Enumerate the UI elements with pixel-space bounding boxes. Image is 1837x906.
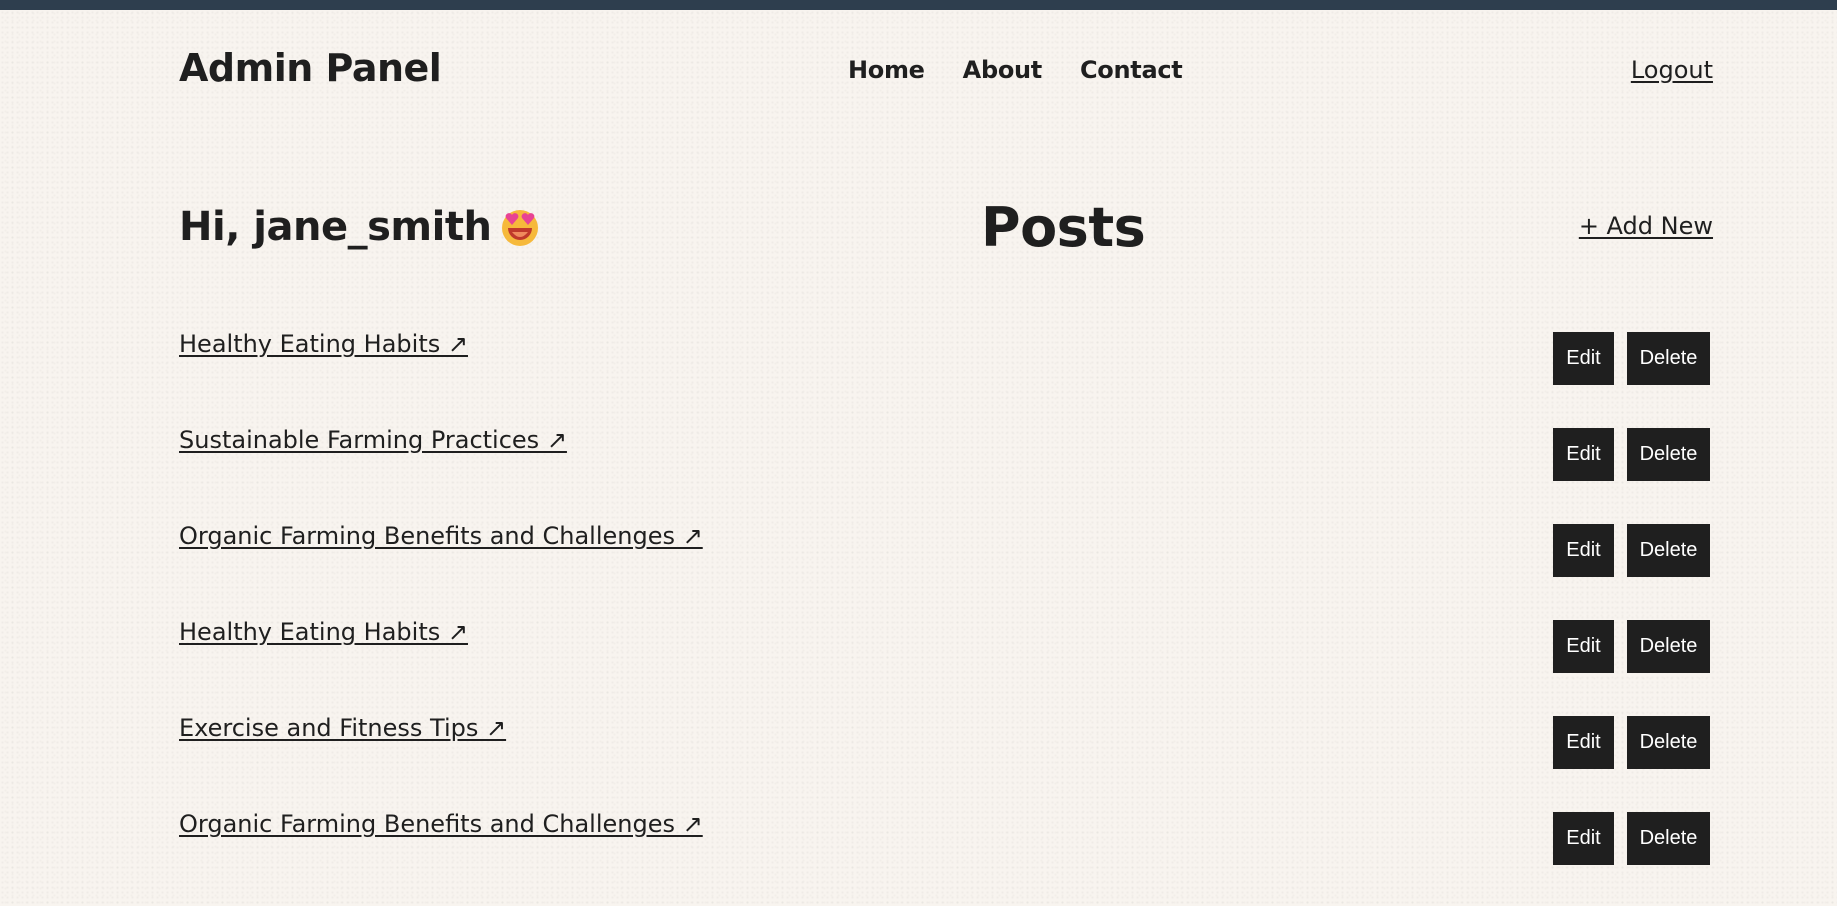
post-list: Healthy Eating Habits ↗ Edit Delete Sust…: [179, 330, 1713, 906]
post-title-link[interactable]: Healthy Eating Habits ↗: [179, 618, 468, 646]
delete-button[interactable]: Delete: [1627, 332, 1710, 385]
delete-button[interactable]: Delete: [1627, 620, 1710, 673]
greeting-text: Hi, jane_smith: [179, 204, 492, 250]
post-row: Organic Farming Benefits and Challenges …: [179, 522, 1713, 618]
delete-button[interactable]: Delete: [1627, 716, 1710, 769]
post-actions: Edit Delete: [1553, 812, 1710, 865]
heart-eyes-emoji-icon: [502, 210, 539, 246]
logout-link[interactable]: Logout: [1631, 56, 1713, 84]
top-accent-bar: [0, 0, 1837, 10]
brand-title: Admin Panel: [179, 46, 442, 90]
edit-button[interactable]: Edit: [1553, 620, 1614, 673]
post-row: Organic Farming Benefits and Challenges …: [179, 810, 1713, 906]
nav-about[interactable]: About: [963, 56, 1043, 84]
post-row: Sustainable Farming Practices ↗ Edit Del…: [179, 426, 1713, 522]
post-actions: Edit Delete: [1553, 524, 1710, 577]
main-nav: Home About Contact: [848, 56, 1183, 84]
nav-contact[interactable]: Contact: [1080, 56, 1183, 84]
post-title-link[interactable]: Organic Farming Benefits and Challenges …: [179, 522, 703, 550]
post-row: Exercise and Fitness Tips ↗ Edit Delete: [179, 714, 1713, 810]
delete-button[interactable]: Delete: [1627, 428, 1710, 481]
greeting: Hi, jane_smith: [179, 204, 541, 250]
post-row: Healthy Eating Habits ↗ Edit Delete: [179, 330, 1713, 426]
post-title-link[interactable]: Sustainable Farming Practices ↗: [179, 426, 567, 454]
posts-title: Posts: [981, 196, 1146, 259]
edit-button[interactable]: Edit: [1553, 716, 1614, 769]
edit-button[interactable]: Edit: [1553, 812, 1614, 865]
post-actions: Edit Delete: [1553, 428, 1710, 481]
post-title-link[interactable]: Healthy Eating Habits ↗: [179, 330, 468, 358]
post-row: Healthy Eating Habits ↗ Edit Delete: [179, 618, 1713, 714]
post-title-link[interactable]: Organic Farming Benefits and Challenges …: [179, 810, 703, 838]
edit-button[interactable]: Edit: [1553, 428, 1614, 481]
post-actions: Edit Delete: [1553, 716, 1710, 769]
delete-button[interactable]: Delete: [1627, 812, 1710, 865]
edit-button[interactable]: Edit: [1553, 332, 1614, 385]
delete-button[interactable]: Delete: [1627, 524, 1710, 577]
add-new-link[interactable]: + Add New: [1579, 212, 1713, 240]
post-actions: Edit Delete: [1553, 332, 1710, 385]
post-title-link[interactable]: Exercise and Fitness Tips ↗: [179, 714, 506, 742]
post-actions: Edit Delete: [1553, 620, 1710, 673]
nav-home[interactable]: Home: [848, 56, 925, 84]
edit-button[interactable]: Edit: [1553, 524, 1614, 577]
